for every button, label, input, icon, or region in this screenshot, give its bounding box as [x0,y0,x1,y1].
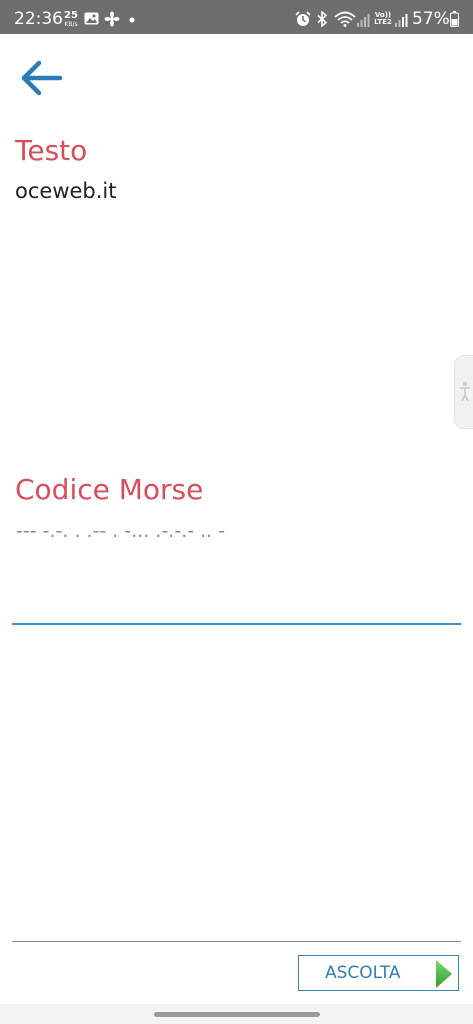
text-value: oceweb.it [15,179,117,203]
wifi-icon [334,11,356,27]
bottom-divider [12,941,461,942]
accessibility-icon [460,382,470,402]
battery-icon [450,11,459,27]
navigation-bar [0,1004,473,1024]
listen-button-label: ASCOLTA [325,963,401,983]
signal-icon [357,14,370,27]
network-speed-unit: KB/s [64,21,78,28]
play-icon [436,960,452,988]
fan-icon [104,11,120,27]
gallery-icon [84,12,99,25]
battery-percentage: 57% [412,9,450,29]
arrow-left-icon [21,60,63,96]
alarm-icon [295,11,311,26]
network-speed: 25 KB/s [63,10,79,29]
morse-label: Codice Morse [15,473,204,506]
status-time: 22:36 [14,9,63,29]
text-label: Testo [15,134,88,167]
morse-field-underline [12,623,461,625]
home-indicator[interactable] [154,1012,320,1017]
status-bar: 22:36 25 KB/s Vo)) LTE2 57% [0,0,473,34]
side-panel-handle[interactable] [454,355,473,429]
dot-icon [129,17,135,23]
listen-button[interactable]: ASCOLTA [298,955,459,991]
bluetooth-icon [317,11,328,27]
volte-icon: Vo)) LTE2 [374,11,392,26]
signal-icon [395,14,408,27]
back-button[interactable] [14,52,70,108]
network-speed-value: 25 [64,10,78,21]
morse-code-field[interactable]: --- -.-. . .-- . -... .-.-.- .. - [16,518,460,618]
